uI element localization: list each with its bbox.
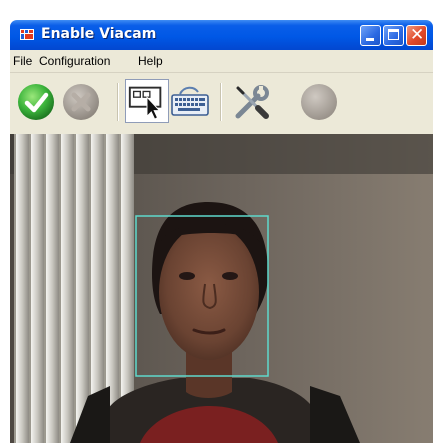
toolbar	[10, 73, 433, 134]
menu-configuration[interactable]: Configuration	[39, 54, 110, 68]
maximize-button[interactable]	[383, 25, 404, 46]
click-window-icon	[128, 86, 162, 120]
close-button[interactable]: ✕	[406, 25, 427, 46]
toolbar-separator	[220, 83, 222, 121]
app-icon	[20, 29, 34, 40]
click-window-button[interactable]	[125, 79, 169, 123]
title-bar[interactable]: Enable Viacam ✕	[10, 20, 433, 50]
app-window: Enable Viacam ✕ File Configuration Help	[0, 0, 433, 443]
enable-check-icon[interactable]	[16, 82, 56, 122]
menu-file[interactable]: File	[13, 54, 32, 68]
toolbar-separator	[117, 83, 119, 121]
webcam-view[interactable]	[10, 134, 433, 443]
options-tools-icon[interactable]	[232, 82, 272, 122]
minimize-button[interactable]	[360, 25, 381, 46]
close-icon: ✕	[410, 25, 425, 45]
minimize-icon	[366, 38, 374, 41]
menu-bar: File Configuration Help	[10, 50, 433, 73]
tracking-indicator-icon[interactable]	[299, 82, 339, 122]
onscreen-keyboard-icon[interactable]	[170, 82, 210, 122]
window-title: Enable Viacam	[41, 26, 157, 42]
stop-icon[interactable]	[61, 82, 101, 122]
maximize-icon	[388, 29, 399, 40]
window-blinds	[14, 134, 134, 443]
menu-help[interactable]: Help	[138, 54, 163, 68]
